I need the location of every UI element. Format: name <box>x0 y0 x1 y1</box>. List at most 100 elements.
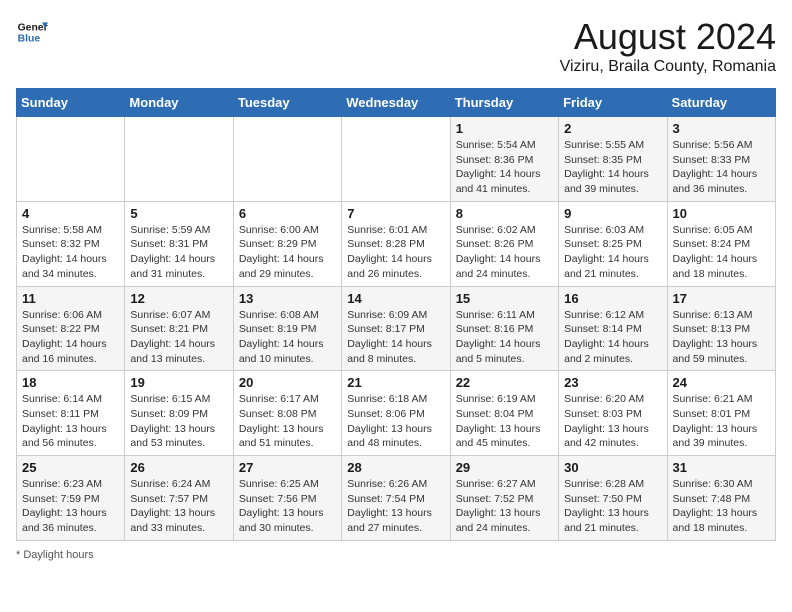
day-number: 4 <box>22 206 119 221</box>
day-info: Sunrise: 6:08 AMSunset: 8:19 PMDaylight:… <box>239 308 336 367</box>
calendar-cell: 30Sunrise: 6:28 AMSunset: 7:50 PMDayligh… <box>559 456 667 541</box>
day-number: 26 <box>130 460 227 475</box>
day-info: Sunrise: 6:25 AMSunset: 7:56 PMDaylight:… <box>239 477 336 536</box>
day-info: Sunrise: 6:26 AMSunset: 7:54 PMDaylight:… <box>347 477 444 536</box>
calendar-cell: 7 Sunrise: 6:01 AMSunset: 8:28 PMDaylight… <box>342 201 450 286</box>
day-number: 12 <box>130 291 227 306</box>
calendar-cell: 27 Sunrise: 6:25 AMSunset: 7:56 PMDayligh… <box>233 456 341 541</box>
day-info: Sunrise: 6:11 AMSunset: 8:16 PMDaylight:… <box>456 308 553 367</box>
calendar-week-row: 25Sunrise: 6:23 AMSunset: 7:59 PMDayligh… <box>17 456 776 541</box>
calendar-cell: 14 Sunrise: 6:09 AMSunset: 8:17 PMDayligh… <box>342 286 450 371</box>
logo-icon: General Blue <box>16 16 48 48</box>
calendar-cell: 25Sunrise: 6:23 AMSunset: 7:59 PMDayligh… <box>17 456 125 541</box>
day-number: 15 <box>456 291 553 306</box>
calendar-cell <box>233 117 341 202</box>
day-number: 7 <box>347 206 444 221</box>
header: General Blue August 2024 Viziru, Braila … <box>16 16 776 76</box>
day-number: 17 <box>673 291 770 306</box>
day-info: Sunrise: 5:59 AMSunset: 8:31 PMDaylight:… <box>130 223 227 282</box>
calendar-header-row: SundayMondayTuesdayWednesdayThursdayFrid… <box>17 89 776 117</box>
day-of-week-header: Tuesday <box>233 89 341 117</box>
day-info: Sunrise: 6:09 AMSunset: 8:17 PMDaylight:… <box>347 308 444 367</box>
day-number: 1 <box>456 121 553 136</box>
day-number: 2 <box>564 121 661 136</box>
day-number: 10 <box>673 206 770 221</box>
day-number: 30 <box>564 460 661 475</box>
calendar-cell: 17 Sunrise: 6:13 AMSunset: 8:13 PMDayligh… <box>667 286 775 371</box>
day-info: Sunrise: 6:05 AMSunset: 8:24 PMDaylight:… <box>673 223 770 282</box>
calendar-week-row: 18Sunrise: 6:14 AMSunset: 8:11 PMDayligh… <box>17 371 776 456</box>
calendar-cell: 26 Sunrise: 6:24 AMSunset: 7:57 PMDayligh… <box>125 456 233 541</box>
calendar-cell: 29Sunrise: 6:27 AMSunset: 7:52 PMDayligh… <box>450 456 558 541</box>
day-info: Sunrise: 6:15 AMSunset: 8:09 PMDaylight:… <box>130 392 227 451</box>
logo: General Blue <box>16 16 48 48</box>
day-number: 20 <box>239 375 336 390</box>
day-info: Sunrise: 6:03 AMSunset: 8:25 PMDaylight:… <box>564 223 661 282</box>
calendar-cell: 12Sunrise: 6:07 AMSunset: 8:21 PMDayligh… <box>125 286 233 371</box>
day-number: 29 <box>456 460 553 475</box>
calendar-cell <box>342 117 450 202</box>
footer-note: * Daylight hours <box>16 549 776 561</box>
day-number: 31 <box>673 460 770 475</box>
calendar-week-row: 1Sunrise: 5:54 AMSunset: 8:36 PMDaylight… <box>17 117 776 202</box>
day-info: Sunrise: 6:24 AMSunset: 7:57 PMDaylight:… <box>130 477 227 536</box>
day-of-week-header: Thursday <box>450 89 558 117</box>
calendar-cell <box>17 117 125 202</box>
calendar-cell: 2 Sunrise: 5:55 AMSunset: 8:35 PMDaylight… <box>559 117 667 202</box>
day-of-week-header: Saturday <box>667 89 775 117</box>
calendar-cell: 31 Sunrise: 6:30 AMSunset: 7:48 PMDayligh… <box>667 456 775 541</box>
day-info: Sunrise: 6:12 AMSunset: 8:14 PMDaylight:… <box>564 308 661 367</box>
calendar-cell: 8 Sunrise: 6:02 AMSunset: 8:26 PMDaylight… <box>450 201 558 286</box>
day-number: 19 <box>130 375 227 390</box>
day-info: Sunrise: 6:20 AMSunset: 8:03 PMDaylight:… <box>564 392 661 451</box>
calendar-cell: 11 Sunrise: 6:06 AMSunset: 8:22 PMDayligh… <box>17 286 125 371</box>
month-year: August 2024 <box>560 16 776 58</box>
day-number: 14 <box>347 291 444 306</box>
day-number: 3 <box>673 121 770 136</box>
day-number: 23 <box>564 375 661 390</box>
calendar-cell: 10 Sunrise: 6:05 AMSunset: 8:24 PMDayligh… <box>667 201 775 286</box>
day-number: 6 <box>239 206 336 221</box>
day-number: 21 <box>347 375 444 390</box>
day-number: 8 <box>456 206 553 221</box>
calendar-cell: 18Sunrise: 6:14 AMSunset: 8:11 PMDayligh… <box>17 371 125 456</box>
svg-text:Blue: Blue <box>18 34 41 45</box>
calendar-cell: 19 Sunrise: 6:15 AMSunset: 8:09 PMDayligh… <box>125 371 233 456</box>
calendar-cell: 5 Sunrise: 5:59 AMSunset: 8:31 PMDaylight… <box>125 201 233 286</box>
calendar-cell: 13 Sunrise: 6:08 AMSunset: 8:19 PMDayligh… <box>233 286 341 371</box>
calendar-week-row: 11 Sunrise: 6:06 AMSunset: 8:22 PMDayligh… <box>17 286 776 371</box>
calendar-cell: 20 Sunrise: 6:17 AMSunset: 8:08 PMDayligh… <box>233 371 341 456</box>
day-number: 16 <box>564 291 661 306</box>
day-number: 13 <box>239 291 336 306</box>
footer-note-text: Daylight hours <box>23 549 93 561</box>
location: Viziru, Braila County, Romania <box>560 58 776 76</box>
calendar-cell: 21 Sunrise: 6:18 AMSunset: 8:06 PMDayligh… <box>342 371 450 456</box>
day-of-week-header: Sunday <box>17 89 125 117</box>
day-info: Sunrise: 6:18 AMSunset: 8:06 PMDaylight:… <box>347 392 444 451</box>
day-number: 11 <box>22 291 119 306</box>
calendar-cell: 6Sunrise: 6:00 AMSunset: 8:29 PMDaylight… <box>233 201 341 286</box>
calendar-cell: 23 Sunrise: 6:20 AMSunset: 8:03 PMDayligh… <box>559 371 667 456</box>
day-number: 22 <box>456 375 553 390</box>
calendar-cell: 22Sunrise: 6:19 AMSunset: 8:04 PMDayligh… <box>450 371 558 456</box>
day-info: Sunrise: 6:01 AMSunset: 8:28 PMDaylight:… <box>347 223 444 282</box>
day-info: Sunrise: 6:13 AMSunset: 8:13 PMDaylight:… <box>673 308 770 367</box>
calendar-cell <box>125 117 233 202</box>
day-number: 18 <box>22 375 119 390</box>
day-of-week-header: Wednesday <box>342 89 450 117</box>
day-info: Sunrise: 6:30 AMSunset: 7:48 PMDaylight:… <box>673 477 770 536</box>
day-info: Sunrise: 5:56 AMSunset: 8:33 PMDaylight:… <box>673 138 770 197</box>
day-info: Sunrise: 6:02 AMSunset: 8:26 PMDaylight:… <box>456 223 553 282</box>
day-info: Sunrise: 6:21 AMSunset: 8:01 PMDaylight:… <box>673 392 770 451</box>
day-number: 27 <box>239 460 336 475</box>
calendar-cell: 9 Sunrise: 6:03 AMSunset: 8:25 PMDaylight… <box>559 201 667 286</box>
day-of-week-header: Friday <box>559 89 667 117</box>
day-info: Sunrise: 6:17 AMSunset: 8:08 PMDaylight:… <box>239 392 336 451</box>
calendar-cell: 16 Sunrise: 6:12 AMSunset: 8:14 PMDayligh… <box>559 286 667 371</box>
day-info: Sunrise: 6:06 AMSunset: 8:22 PMDaylight:… <box>22 308 119 367</box>
calendar-week-row: 4Sunrise: 5:58 AMSunset: 8:32 PMDaylight… <box>17 201 776 286</box>
day-number: 9 <box>564 206 661 221</box>
day-number: 5 <box>130 206 227 221</box>
day-info: Sunrise: 5:55 AMSunset: 8:35 PMDaylight:… <box>564 138 661 197</box>
calendar-cell: 24Sunrise: 6:21 AMSunset: 8:01 PMDayligh… <box>667 371 775 456</box>
